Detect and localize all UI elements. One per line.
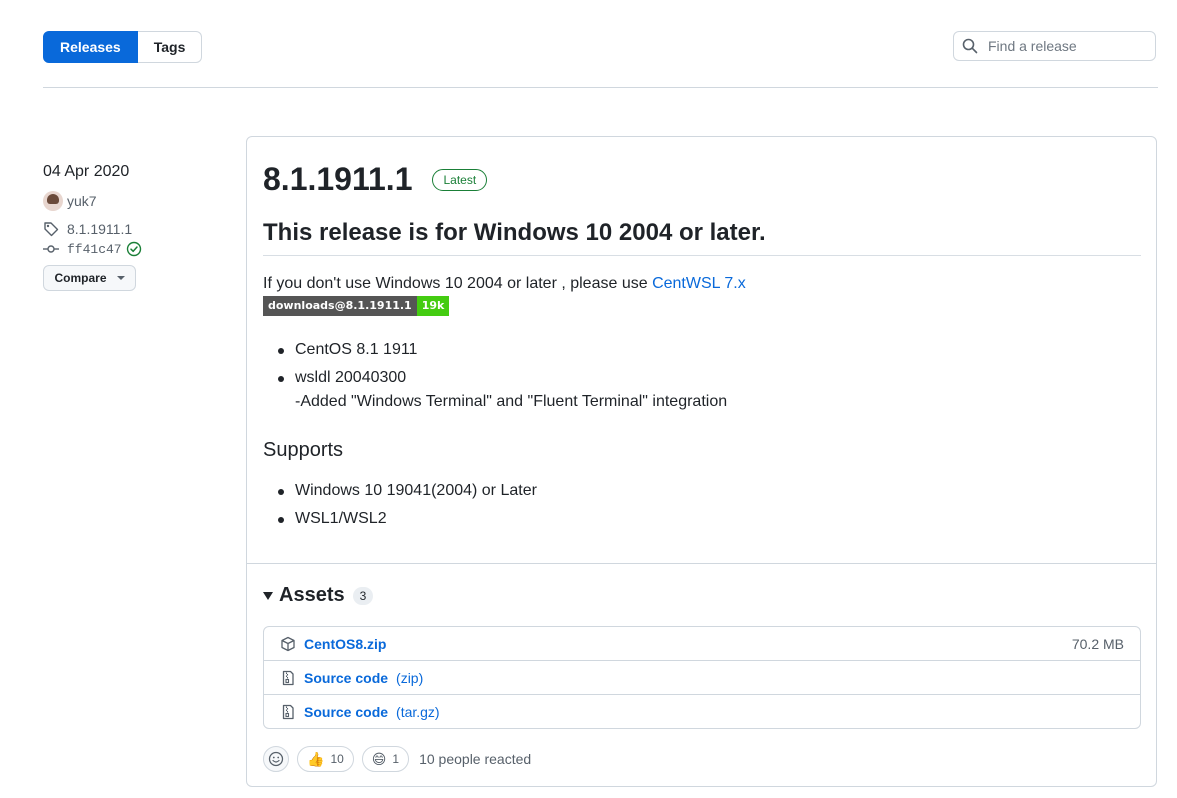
tab-tags[interactable]: Tags: [137, 31, 203, 63]
assets-title: Assets: [279, 584, 345, 606]
badge-label: downloads@8.1.1911.1: [263, 296, 417, 316]
reaction-count: 1: [392, 752, 400, 766]
compare-label: Compare: [54, 271, 107, 285]
commit-icon: [43, 245, 59, 253]
latest-badge: Latest: [432, 168, 488, 191]
list-item-text: Windows 10 19041(2004) or Later: [295, 482, 537, 499]
reaction-laugh[interactable]: 😄 1: [361, 746, 410, 772]
asset-row[interactable]: CentOS8.zip 70.2 MB: [264, 627, 1140, 661]
release-title[interactable]: 8.1.1911.1: [263, 161, 412, 198]
asset-name[interactable]: CentOS8.zip: [304, 636, 386, 652]
search-input[interactable]: [986, 37, 1150, 55]
release-heading: This release is for Windows 10 2004 or l…: [263, 219, 1141, 256]
file-zip-icon: [282, 670, 294, 685]
reaction-thumbs-up[interactable]: 👍 10: [297, 746, 354, 772]
release-card: 8.1.1911.1 Latest This release is for Wi…: [246, 136, 1157, 787]
author-name[interactable]: yuk7: [67, 193, 97, 209]
downloads-badge[interactable]: downloads@8.1.1911.1 19k: [263, 296, 450, 316]
triangle-down-icon: [263, 591, 273, 600]
badge-count: 19k: [416, 296, 450, 316]
asset-row[interactable]: Source code (zip): [264, 661, 1140, 695]
tag-icon: [44, 222, 59, 237]
asset-size: 70.2 MB: [1071, 635, 1124, 652]
search-icon: [962, 38, 978, 54]
assets-count: 3: [352, 586, 374, 605]
reactions-bar: 👍 10 😄 1 10 people reacted: [263, 746, 531, 772]
header-divider: [43, 87, 1158, 88]
compare-button[interactable]: Compare: [43, 265, 136, 291]
assets-toggle[interactable]: Assets 3: [263, 584, 374, 607]
reaction-count: 10: [330, 752, 344, 766]
avatar[interactable]: [43, 191, 63, 211]
chevron-down-icon: [116, 276, 125, 280]
tab-releases[interactable]: Releases: [43, 31, 138, 63]
release-date: 04 Apr 2020: [43, 163, 130, 180]
asset-format[interactable]: (tar.gz): [396, 704, 440, 720]
note-text: If you don't use Windows 10 2004 or late…: [263, 275, 653, 292]
release-note: If you don't use Windows 10 2004 or late…: [263, 275, 746, 293]
list-item-subtext: -Added "Windows Terminal" and "Fluent Te…: [295, 393, 728, 410]
release-meta: 04 Apr 2020 yuk7 8.1.1911.1 ff41c47 Comp…: [43, 160, 223, 291]
reactions-summary: 10 people reacted: [419, 751, 532, 767]
asset-name[interactable]: Source code: [304, 670, 388, 686]
asset-format[interactable]: (zip): [396, 670, 423, 686]
release-title-row: 8.1.1911.1 Latest: [263, 161, 488, 198]
list-item: WSL1/WSL2: [263, 507, 537, 531]
assets-divider: [247, 563, 1156, 564]
tag-row[interactable]: 8.1.1911.1: [43, 221, 223, 237]
add-reaction-button[interactable]: [263, 746, 289, 772]
centwsl-link[interactable]: CentWSL 7.x: [652, 275, 746, 292]
asset-name[interactable]: Source code: [304, 704, 388, 720]
list-item: Windows 10 19041(2004) or Later: [263, 479, 537, 503]
laugh-icon: 😄: [371, 750, 387, 767]
release-tabs: Releases Tags: [43, 31, 203, 63]
list-item-text: WSL1/WSL2: [295, 510, 387, 527]
file-zip-icon: [282, 704, 294, 719]
search-box[interactable]: [953, 31, 1156, 61]
smiley-icon: [268, 751, 284, 767]
author-row[interactable]: yuk7: [43, 191, 223, 211]
package-icon: [281, 636, 295, 651]
verified-check-icon[interactable]: [126, 241, 142, 257]
asset-row[interactable]: Source code (tar.gz): [264, 695, 1140, 728]
list-item-text: wsldl 20040300: [295, 369, 407, 386]
tag-label[interactable]: 8.1.1911.1: [67, 221, 132, 237]
commit-row[interactable]: ff41c47: [43, 241, 223, 257]
assets-list: CentOS8.zip 70.2 MB Source code (zip) So…: [263, 626, 1141, 729]
thumbs-up-icon: 👍: [307, 750, 325, 767]
supports-heading: Supports: [263, 439, 344, 461]
list-item: CentOS 8.1 1911: [263, 338, 727, 362]
supports-list: Windows 10 19041(2004) or Later WSL1/WSL…: [263, 479, 537, 535]
release-items-list: CentOS 8.1 1911 wsldl 20040300 -Added "W…: [263, 338, 727, 418]
list-item-text: CentOS 8.1 1911: [295, 341, 418, 358]
commit-sha[interactable]: ff41c47: [67, 242, 122, 257]
list-item: wsldl 20040300 -Added "Windows Terminal"…: [263, 366, 727, 414]
